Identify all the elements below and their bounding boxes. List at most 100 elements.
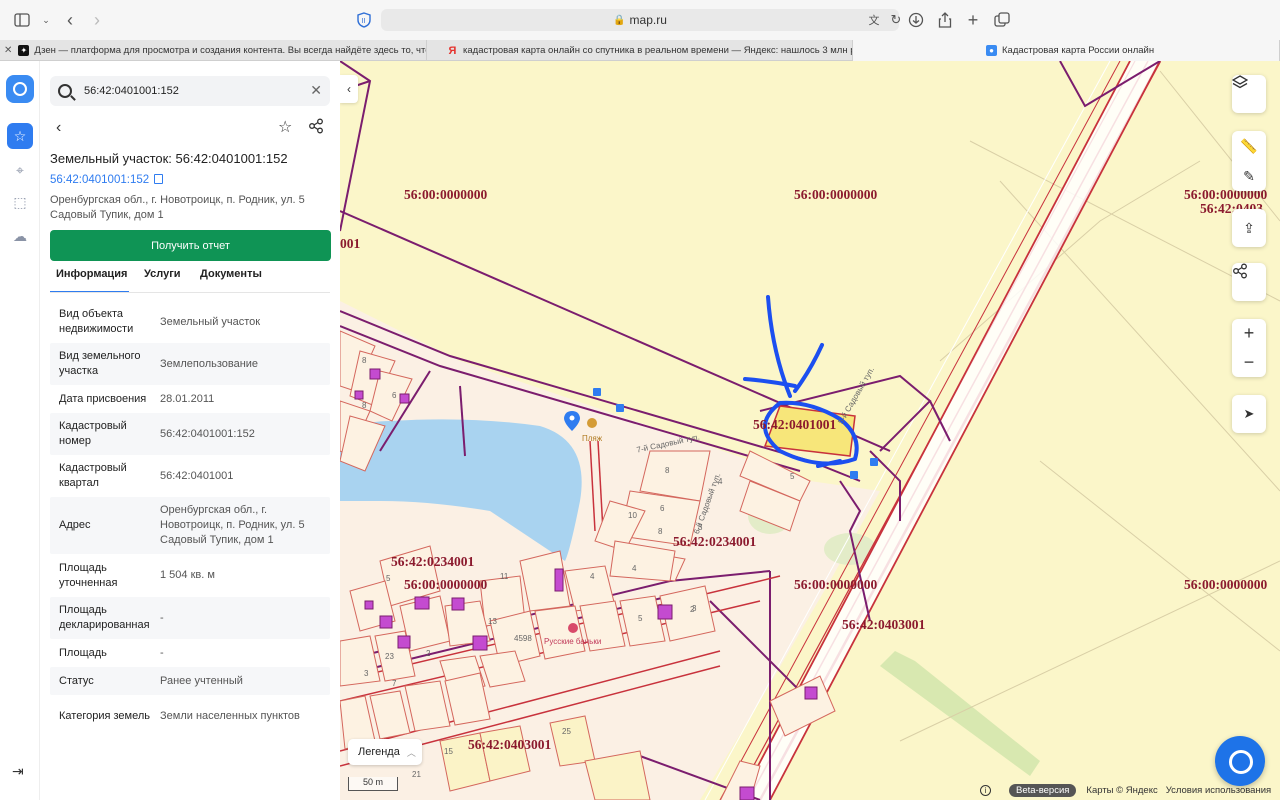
cadastral-number-link[interactable]: 56:42:0401001:152 — [50, 174, 164, 186]
upload-control[interactable]: ⇪ — [1232, 209, 1266, 247]
dzen-icon: ✦ — [18, 45, 30, 56]
parcel-number: 21 — [412, 770, 421, 779]
chat-button[interactable] — [1215, 736, 1265, 786]
address-bar[interactable]: 🔒 map.ru — [381, 9, 899, 31]
parcel-number: 6 — [660, 504, 665, 513]
share-icon[interactable] — [933, 8, 957, 32]
new-tab-icon[interactable]: + — [961, 8, 985, 32]
back-arrow-icon[interactable]: ‹ — [56, 119, 61, 137]
map-label-quarter: 001 — [340, 236, 361, 251]
map-ru-logo[interactable] — [6, 75, 34, 103]
map-label-quarter: 56:00:0000000 — [794, 577, 878, 592]
table-row: Кадастровый квартал 56:42:0401001 — [59, 462, 234, 489]
tab-documents[interactable]: Документы — [200, 268, 262, 293]
parcel-number: 11 — [500, 572, 509, 581]
map-credits: Карты © Яндекс — [1086, 784, 1158, 796]
zoom-out-button[interactable]: − — [1244, 352, 1255, 373]
info-icon[interactable]: i — [980, 784, 991, 796]
map-label-quarter: 56:00:0000000 — [404, 187, 488, 202]
route-icon[interactable]: ⌖ — [7, 157, 33, 183]
parcel-number: 5 — [638, 614, 643, 623]
object-address: Оренбургская обл., г. Новотроицк, п. Род… — [50, 194, 305, 221]
beta-badge: Beta-версия — [1009, 783, 1077, 797]
tab-info[interactable]: Информация — [50, 268, 129, 293]
table-row: Вид земельного участка Землепользование — [50, 343, 330, 385]
parcel-number: 2 — [426, 649, 431, 658]
copy-icon[interactable] — [154, 174, 164, 184]
parcel-number: 25 — [562, 727, 571, 736]
map-ru-icon: ● — [986, 45, 997, 56]
map-label-quarter: 56:42:0401001 — [753, 417, 837, 432]
map-scale: 50 m — [348, 777, 398, 791]
sidebar-toggle-icon[interactable] — [10, 8, 34, 32]
search-input[interactable] — [84, 85, 304, 97]
star-icon[interactable]: ☆ — [7, 123, 33, 149]
layers-control[interactable] — [1232, 75, 1266, 113]
url-text: map.ru — [629, 13, 667, 27]
parcel-number: 4598 — [514, 634, 532, 643]
parcel-number: 6 — [392, 391, 397, 400]
ruler-icon[interactable]: 📏 — [1240, 138, 1257, 155]
parcel-number: 7 — [392, 679, 397, 688]
legend-button[interactable]: Легенда ︿ — [348, 739, 422, 765]
forward-icon[interactable]: › — [85, 8, 109, 32]
download-icon[interactable] — [904, 8, 928, 32]
get-report-button[interactable]: Получить отчет — [50, 230, 331, 261]
clear-icon[interactable]: ✕ — [310, 82, 322, 99]
cadastral-map[interactable]: 56:00:0000000 56:00:0000000 56:00:000000… — [340, 61, 1280, 800]
table-row: Вид объекта недвижимости Земельный участо… — [59, 308, 261, 335]
table-row: Дата присвоения 28.01.2011 — [59, 392, 215, 405]
translate-icon[interactable]: 文 — [862, 8, 886, 32]
parcel-number: 5 — [386, 574, 391, 583]
tab-map-ru[interactable]: ● Кадастровая карта России онлайн — [853, 40, 1280, 61]
parcel-number: 4 — [718, 477, 723, 486]
table-row: Площадь - — [59, 646, 164, 659]
cloud-icon[interactable]: ☁ — [7, 223, 33, 249]
zoom-in-button[interactable]: + — [1244, 323, 1255, 344]
browser-toolbar: ⌄ ‹ › II 🔒 map.ru 文 ↻ + — [0, 0, 1280, 40]
table-row: Статус Ранее учтенный — [50, 667, 330, 695]
tab-bar: ✕ ✦ Дзен — платформа для просмотра и соз… — [0, 40, 1280, 61]
object-panel: ✕ ‹ ☆ Земельный участок: 56:42:0401001:1… — [40, 61, 340, 800]
selection-icon[interactable]: ⬚ — [7, 189, 33, 215]
terms-link[interactable]: Условия использования — [1166, 785, 1271, 796]
table-row: Площадь декларированная - — [50, 597, 330, 639]
map-label-poi: Русские баньки — [544, 637, 602, 646]
parcel-number: 15 — [444, 747, 453, 756]
locate-control[interactable]: ➤ — [1232, 395, 1266, 433]
tab-services[interactable]: Услуги — [144, 268, 181, 293]
shield-icon[interactable]: II — [352, 8, 376, 32]
draw-tools[interactable]: 📏 ✎ — [1232, 131, 1266, 191]
tab-dzen[interactable]: ✕ ✦ Дзен — платформа для просмотра и соз… — [0, 40, 427, 61]
chevron-down-icon[interactable]: ⌄ — [34, 8, 58, 32]
favorite-star-icon[interactable]: ☆ — [278, 117, 292, 137]
panel-tabs: Информация Услуги Документы — [50, 268, 330, 293]
map-label-quarter: 56:42:0403001 — [842, 617, 926, 632]
share-nodes-icon — [1233, 263, 1247, 279]
table-row: Категория земель Земли населенных пунктов — [59, 709, 300, 722]
parcel-number: 10 — [628, 511, 637, 520]
lock-icon: 🔒 — [613, 14, 626, 26]
tabs-divider — [50, 292, 330, 293]
close-icon[interactable]: ✕ — [4, 45, 12, 56]
search-box: ✕ — [50, 76, 330, 106]
properties-table: Вид объекта недвижимости Земельный участо… — [50, 301, 330, 737]
parcel-number: 13 — [488, 617, 497, 626]
zoom-control: + − — [1232, 319, 1266, 377]
chevron-up-icon: ︿ — [406, 747, 416, 758]
collapse-panel-button[interactable]: ‹ — [340, 75, 358, 103]
tabs-overview-icon[interactable] — [990, 8, 1014, 32]
parcel-number: 5 — [790, 472, 795, 481]
edit-icon[interactable]: ✎ — [1243, 168, 1255, 185]
map-label-quarter: 56:42:0403001 — [468, 737, 552, 752]
parcel-number: 8 — [362, 401, 367, 410]
map-label-quarter: 56:00:0000000 — [404, 577, 488, 592]
share-control[interactable] — [1232, 263, 1266, 301]
back-icon[interactable]: ‹ — [58, 8, 82, 32]
logout-icon[interactable]: ⇥ — [12, 763, 24, 780]
search-icon — [58, 84, 72, 98]
tab-yandex-search[interactable]: Я кадастровая карта онлайн со спутника в… — [427, 40, 853, 61]
parcel-number: 8 — [665, 466, 670, 475]
map-label-beach: Пляж — [582, 434, 603, 443]
share-nodes-icon[interactable] — [308, 118, 324, 137]
